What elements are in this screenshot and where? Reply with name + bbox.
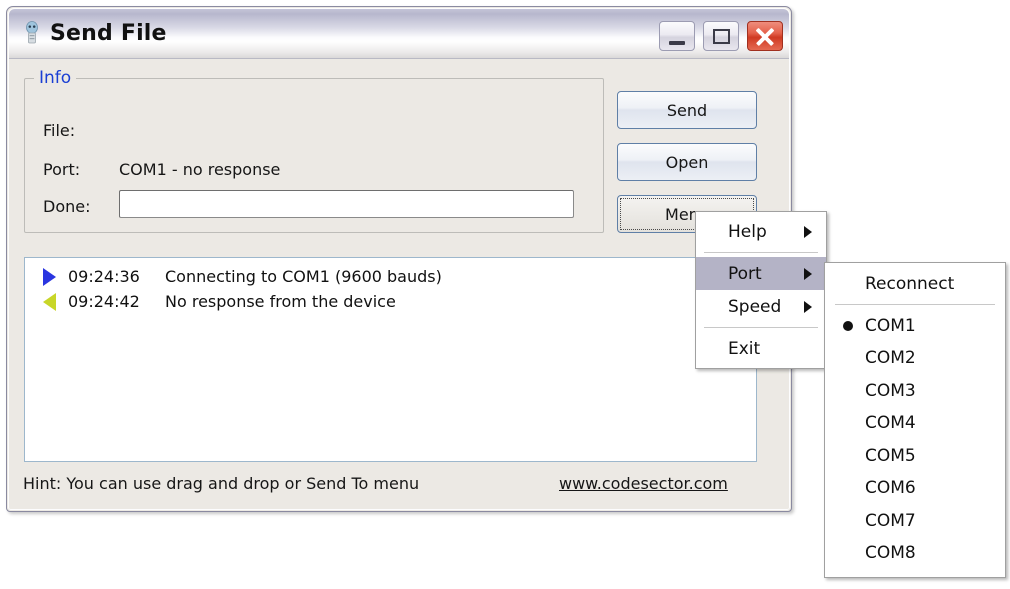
file-label: File: xyxy=(43,121,76,140)
send-file-window: Send File Info File: Port: COM1 - no res… xyxy=(6,6,792,512)
done-progress-field[interactable] xyxy=(119,190,574,218)
info-groupbox-legend: Info xyxy=(34,69,77,87)
chevron-right-icon xyxy=(804,225,812,238)
menu-item-label: COM1 xyxy=(865,315,916,336)
log-time: 09:24:42 xyxy=(68,292,140,311)
menu-item-reconnect[interactable]: Reconnect xyxy=(825,268,1005,301)
open-button-label: Open xyxy=(665,152,709,172)
send-button-label: Send xyxy=(666,100,708,120)
log-message: No response from the device xyxy=(165,292,396,311)
menu-item-exit[interactable]: Exit xyxy=(696,332,826,365)
minimize-button[interactable] xyxy=(659,21,695,51)
menu-item-com8[interactable]: COM8 xyxy=(825,537,1005,570)
blue-right-triangle-icon xyxy=(43,267,56,286)
menu-item-label: COM4 xyxy=(865,413,916,434)
window-title: Send File xyxy=(50,21,167,46)
chevron-right-icon xyxy=(804,300,812,313)
menu-item-label: COM7 xyxy=(865,510,916,531)
menu-item-port[interactable]: Port xyxy=(696,257,826,290)
menu-popup-main: Help Port Speed Exit xyxy=(695,211,827,369)
menu-item-com7[interactable]: COM7 xyxy=(825,505,1005,538)
send-button[interactable]: Send xyxy=(617,91,757,129)
menu-item-label: COM8 xyxy=(865,543,916,564)
menu-item-label: Reconnect xyxy=(865,274,955,295)
menu-item-com1[interactable]: COM1 xyxy=(825,310,1005,343)
menu-separator xyxy=(835,303,995,305)
log-row[interactable]: 09:24:36 Connecting to COM1 (9600 bauds) xyxy=(25,264,756,289)
log-time: 09:24:36 xyxy=(68,267,140,286)
usb-plug-icon xyxy=(26,21,38,44)
open-button[interactable]: Open xyxy=(617,143,757,181)
menu-item-com2[interactable]: COM2 xyxy=(825,342,1005,375)
menu-item-label: Exit xyxy=(728,338,761,359)
radio-selected-icon xyxy=(843,320,853,331)
menu-item-com6[interactable]: COM6 xyxy=(825,472,1005,505)
port-value: COM1 - no response xyxy=(119,160,281,179)
status-bar: Hint: You can use drag and drop or Send … xyxy=(19,471,764,501)
menu-item-label: COM5 xyxy=(865,445,916,466)
menu-item-speed[interactable]: Speed xyxy=(696,290,826,323)
menu-separator xyxy=(704,252,818,253)
maximize-button[interactable] xyxy=(703,21,739,51)
done-label: Done: xyxy=(43,197,91,216)
log-row[interactable]: 09:24:42 No response from the device xyxy=(25,289,756,314)
chevron-right-icon xyxy=(804,267,812,280)
log-message: Connecting to COM1 (9600 bauds) xyxy=(165,267,442,286)
menu-popup-port: Reconnect COM1 COM2 COM3 COM4 COM5 COM6 … xyxy=(824,262,1006,578)
menu-item-com3[interactable]: COM3 xyxy=(825,375,1005,408)
title-bar[interactable]: Send File xyxy=(9,9,789,59)
menu-item-label: COM3 xyxy=(865,380,916,401)
log-list[interactable]: 09:24:36 Connecting to COM1 (9600 bauds)… xyxy=(24,257,757,462)
menu-item-label: Port xyxy=(728,263,762,284)
screen-root: Send File Info File: Port: COM1 - no res… xyxy=(0,0,1010,589)
menu-item-label: Speed xyxy=(728,296,782,317)
website-link[interactable]: www.codesector.com xyxy=(559,474,728,493)
maximize-icon xyxy=(713,29,730,44)
menu-separator xyxy=(704,327,818,328)
yellow-left-triangle-icon xyxy=(43,292,56,311)
menu-item-label: Help xyxy=(728,221,767,242)
client-area: Info File: Port: COM1 - no response Done… xyxy=(9,59,789,509)
window-inner-frame: Send File Info File: Port: COM1 - no res… xyxy=(8,8,790,510)
menu-item-help[interactable]: Help xyxy=(696,215,826,248)
hint-text: Hint: You can use drag and drop or Send … xyxy=(23,474,420,493)
menu-item-label: COM6 xyxy=(865,478,916,499)
minimize-icon xyxy=(669,41,685,45)
close-button[interactable] xyxy=(747,21,783,51)
menu-item-label: COM2 xyxy=(865,348,916,369)
menu-item-com5[interactable]: COM5 xyxy=(825,440,1005,473)
port-label: Port: xyxy=(43,160,81,179)
menu-item-com4[interactable]: COM4 xyxy=(825,407,1005,440)
